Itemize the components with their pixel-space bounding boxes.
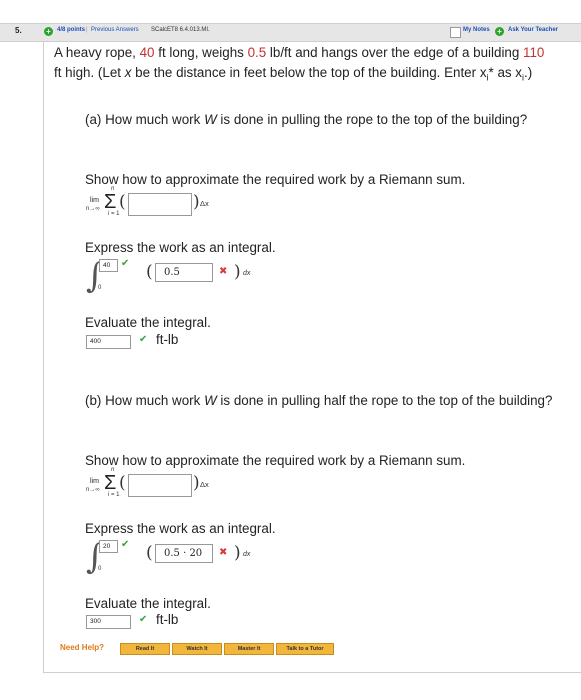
building-height: 110 [523, 45, 545, 60]
dx-label: dx [243, 270, 251, 277]
part-b-integrand-input[interactable]: 0.5 · 20 [155, 544, 213, 563]
course-code: SCalcET8 6.4.013.MI. [151, 27, 210, 33]
plus-icon[interactable]: + [44, 27, 53, 36]
watch-it-button[interactable]: Watch It [172, 643, 222, 655]
part-b-integral-prompt: Express the work as an integral. [85, 521, 276, 536]
question-header-bar: 5. + 4/8 points | Previous Answers SCalc… [0, 23, 581, 42]
dx-label: dx [243, 551, 251, 558]
sigma-bottom: i = 1 [108, 211, 120, 217]
problem-statement: A heavy rope, 40 ft long, weighs 0.5 lb/… [54, 45, 545, 83]
lim-label: lim [90, 197, 99, 204]
read-it-button[interactable]: Read It [120, 643, 170, 655]
ask-teacher-link[interactable]: Ask Your Teacher [508, 27, 558, 33]
lim-subscript: n→∞ [86, 206, 100, 212]
part-a-evaluate-prompt: Evaluate the integral. [85, 315, 211, 330]
part-a-unit: ft-lb [156, 332, 179, 347]
part-b-answer-input[interactable]: 300 [86, 615, 131, 629]
part-a-integrand-input[interactable]: 0.5 [155, 263, 213, 282]
notes-checkbox-icon[interactable] [450, 27, 461, 38]
part-a-riemann-prompt: Show how to approximate the required wor… [85, 172, 466, 187]
previous-answers-link[interactable]: Previous Answers [91, 27, 139, 33]
sigma-icon: Σ [104, 191, 117, 213]
rope-weight: 0.5 [247, 45, 267, 60]
cross-icon: ✖ [219, 266, 228, 277]
sigma-bottom: i = 1 [108, 492, 120, 498]
part-a-question: (a) How much work W is done in pulling t… [85, 112, 528, 127]
part-b-riemann-input[interactable] [128, 474, 192, 497]
check-icon: ✔ [139, 614, 148, 625]
part-b-question: (b) How much work W is done in pulling h… [85, 393, 553, 408]
part-a-riemann-input[interactable] [128, 193, 192, 216]
check-icon: ✔ [121, 258, 130, 269]
lim-subscript: n→∞ [86, 487, 100, 493]
rope-length: 40 [139, 45, 155, 60]
part-b-evaluate-prompt: Evaluate the integral. [85, 596, 211, 611]
master-it-button[interactable]: Master It [224, 643, 274, 655]
ask-teacher-icon[interactable]: + [495, 27, 504, 36]
part-a-integral-prompt: Express the work as an integral. [85, 240, 276, 255]
my-notes-link[interactable]: My Notes [463, 27, 490, 33]
need-help-label: Need Help? [60, 643, 105, 652]
part-b-upper-limit[interactable]: 20 [99, 540, 118, 553]
part-b-lower-limit: 0 [98, 566, 102, 572]
header-separator: | [86, 27, 88, 33]
part-a-upper-limit[interactable]: 40 [99, 259, 118, 272]
check-icon: ✔ [139, 334, 148, 345]
lim-label: lim [90, 478, 99, 485]
talk-to-tutor-button[interactable]: Talk to a Tutor [276, 643, 334, 655]
delta-x-label: Δx [200, 480, 209, 489]
part-a-lower-limit: 0 [98, 285, 102, 291]
part-b-unit: ft-lb [156, 612, 179, 627]
part-a-answer-input[interactable]: 400 [86, 335, 131, 349]
points-label: 4/8 points [57, 27, 86, 33]
check-icon: ✔ [121, 539, 130, 550]
delta-x-label: Δx [200, 199, 209, 208]
sigma-icon: Σ [104, 472, 117, 494]
question-number: 5. [15, 26, 22, 35]
cross-icon: ✖ [219, 547, 228, 558]
part-b-riemann-prompt: Show how to approximate the required wor… [85, 453, 466, 468]
